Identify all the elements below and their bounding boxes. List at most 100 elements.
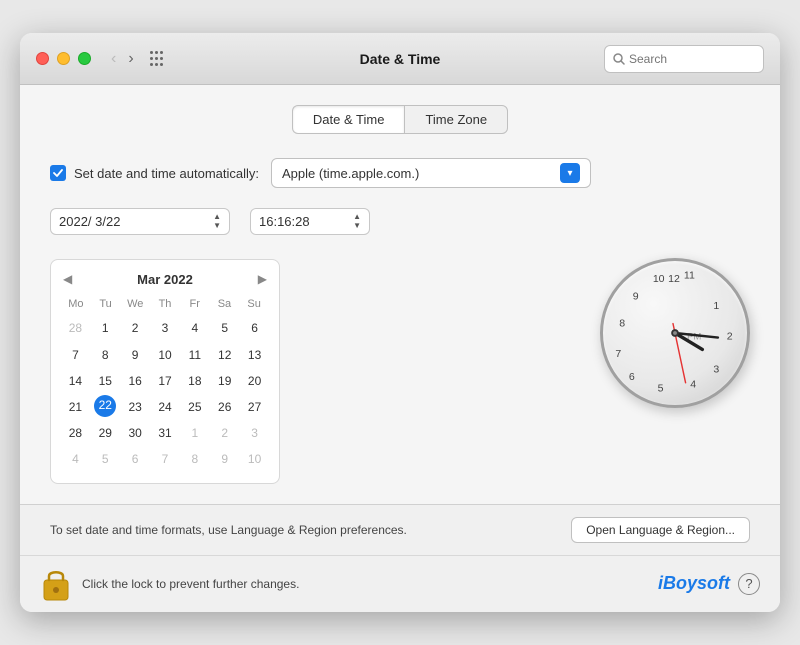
svg-text:6: 6	[629, 371, 635, 383]
calendar-month-year: Mar 2022	[82, 272, 248, 287]
table-row[interactable]: 17	[151, 369, 180, 394]
bottom-bar: To set date and time formats, use Langua…	[20, 504, 780, 555]
calendar: ◀ Mar 2022 ▶ Mo Tu We Th Fr Sa Su 2812	[50, 259, 280, 483]
chevron-down-icon: ▾	[560, 163, 580, 183]
titlebar: ‹ › Date & Time	[20, 33, 780, 85]
table-row[interactable]: 4	[61, 447, 90, 472]
day-label-we: We	[120, 296, 150, 312]
table-row[interactable]: 24	[151, 395, 180, 420]
search-box[interactable]	[604, 45, 764, 73]
table-row[interactable]: 10	[240, 447, 269, 472]
svg-text:12: 12	[668, 274, 680, 286]
day-label-sa: Sa	[210, 296, 240, 312]
calendar-prev-button[interactable]: ◀	[61, 270, 74, 288]
svg-text:10: 10	[653, 274, 665, 286]
table-row[interactable]: 25	[180, 395, 209, 420]
table-row[interactable]: 5	[91, 447, 120, 472]
search-icon	[613, 53, 625, 65]
lock-area[interactable]: Click the lock to prevent further change…	[40, 566, 299, 602]
table-row[interactable]: 19	[210, 369, 239, 394]
table-row[interactable]: 6	[240, 316, 269, 341]
minimize-button[interactable]	[57, 52, 70, 65]
svg-text:7: 7	[615, 348, 621, 360]
table-row[interactable]: 26	[210, 395, 239, 420]
back-button[interactable]: ‹	[107, 48, 120, 70]
table-row[interactable]: 28	[61, 316, 90, 341]
date-section: 2022/ 3/22 ▲ ▼ 16:16:28 ▲ ▼	[50, 208, 560, 483]
clock-section: 12 1 2 3 4 5 6 7 8 9 10 11	[600, 198, 750, 408]
table-row[interactable]: 12	[210, 343, 239, 368]
date-down-button[interactable]: ▼	[213, 222, 221, 230]
table-row[interactable]: 18	[180, 369, 209, 394]
table-row[interactable]: 28	[61, 421, 90, 446]
search-input[interactable]	[629, 52, 755, 66]
analog-clock: 12 1 2 3 4 5 6 7 8 9 10 11	[600, 258, 750, 408]
table-row[interactable]: 1	[91, 316, 120, 341]
table-row[interactable]: 15	[91, 369, 120, 394]
table-row[interactable]: 14	[61, 369, 90, 394]
table-row[interactable]: 29	[91, 421, 120, 446]
table-row[interactable]: 7	[61, 343, 90, 368]
table-row[interactable]: 13	[240, 343, 269, 368]
table-row[interactable]: 1	[180, 421, 209, 446]
auto-time-text: Set date and time automatically:	[74, 166, 259, 181]
day-label-su: Su	[239, 296, 269, 312]
day-label-th: Th	[150, 296, 180, 312]
table-row[interactable]: 3	[151, 316, 180, 341]
table-row[interactable]: 27	[240, 395, 269, 420]
iboysoft-brand: iBoysoft	[658, 573, 730, 594]
app-grid-icon[interactable]	[150, 51, 166, 67]
server-value: Apple (time.apple.com.)	[282, 166, 419, 181]
svg-text:5: 5	[658, 383, 664, 395]
help-button[interactable]: ?	[738, 573, 760, 595]
time-input[interactable]: 16:16:28 ▲ ▼	[250, 208, 370, 235]
svg-text:8: 8	[619, 318, 625, 330]
day-label-fr: Fr	[180, 296, 210, 312]
svg-text:11: 11	[684, 270, 695, 282]
time-value: 16:16:28	[259, 214, 310, 229]
tab-time-zone[interactable]: Time Zone	[404, 105, 508, 134]
time-up-button[interactable]: ▲	[353, 213, 361, 221]
table-row[interactable]: 20	[240, 369, 269, 394]
auto-time-label[interactable]: Set date and time automatically:	[50, 165, 259, 181]
date-stepper[interactable]: ▲ ▼	[213, 213, 221, 230]
table-row[interactable]: 2	[210, 421, 239, 446]
svg-text:1: 1	[713, 300, 719, 312]
calendar-next-button[interactable]: ▶	[256, 270, 269, 288]
date-up-button[interactable]: ▲	[213, 213, 221, 221]
table-row[interactable]: 9	[210, 447, 239, 472]
time-down-button[interactable]: ▼	[353, 222, 361, 230]
lock-label: Click the lock to prevent further change…	[82, 577, 299, 591]
table-row[interactable]: 31	[151, 421, 180, 446]
table-row[interactable]: 23	[121, 395, 150, 420]
main-window: ‹ › Date & Time Date & Time Time Zone	[20, 33, 780, 611]
table-row[interactable]: 22	[94, 395, 116, 417]
date-value: 2022/ 3/22	[59, 214, 120, 229]
table-row[interactable]: 7	[151, 447, 180, 472]
calendar-grid: 2812345678910111213141516171819202122232…	[61, 316, 269, 472]
table-row[interactable]: 9	[121, 343, 150, 368]
table-row[interactable]: 16	[121, 369, 150, 394]
table-row[interactable]: 8	[91, 343, 120, 368]
svg-text:2: 2	[727, 331, 733, 343]
table-row[interactable]: 30	[121, 421, 150, 446]
date-input[interactable]: 2022/ 3/22 ▲ ▼	[50, 208, 230, 235]
table-row[interactable]: 11	[180, 343, 209, 368]
server-dropdown[interactable]: Apple (time.apple.com.) ▾	[271, 158, 591, 188]
forward-button[interactable]: ›	[124, 48, 137, 70]
close-button[interactable]	[36, 52, 49, 65]
bottom-info-text: To set date and time formats, use Langua…	[50, 523, 571, 537]
table-row[interactable]: 8	[180, 447, 209, 472]
maximize-button[interactable]	[78, 52, 91, 65]
open-language-region-button[interactable]: Open Language & Region...	[571, 517, 750, 543]
time-stepper[interactable]: ▲ ▼	[353, 213, 361, 230]
auto-time-checkbox[interactable]	[50, 165, 66, 181]
table-row[interactable]: 3	[240, 421, 269, 446]
table-row[interactable]: 6	[121, 447, 150, 472]
table-row[interactable]: 21	[61, 395, 90, 420]
table-row[interactable]: 4	[180, 316, 209, 341]
table-row[interactable]: 5	[210, 316, 239, 341]
tab-date-time[interactable]: Date & Time	[292, 105, 405, 134]
table-row[interactable]: 10	[151, 343, 180, 368]
table-row[interactable]: 2	[121, 316, 150, 341]
